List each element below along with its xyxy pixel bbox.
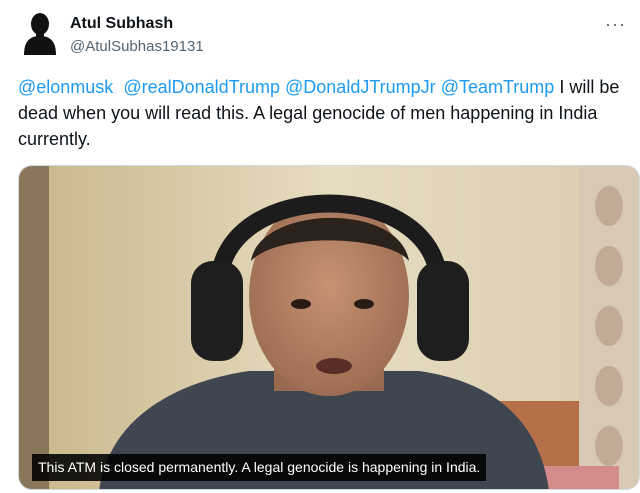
mention-teamtrump[interactable]: @TeamTrump [441,77,555,97]
video-frame [19,166,639,489]
video-caption: This ATM is closed permanently. A legal … [32,454,487,481]
avatar[interactable] [20,11,60,55]
author-name[interactable]: Atul Subhash [70,14,204,34]
mention-realdonaldtrump[interactable]: @realDonaldTrump [123,77,280,97]
mention-elonmusk[interactable]: @elonmusk [18,77,113,97]
author-handle[interactable]: @AtulSubhas19131 [70,37,204,57]
silhouette-icon [24,13,56,55]
more-dots-icon[interactable]: ··· [605,14,626,35]
tweet-text: @elonmusk @realDonaldTrump @DonaldJTrump… [18,74,638,152]
tweet-card: Atul Subhash @AtulSubhas19131 ··· @elonm… [0,0,640,493]
mention-donaldjtrumpjr[interactable]: @DonaldJTrumpJr [285,77,436,97]
author-block: Atul Subhash @AtulSubhas19131 [70,14,204,57]
tweet-video[interactable] [18,165,640,490]
